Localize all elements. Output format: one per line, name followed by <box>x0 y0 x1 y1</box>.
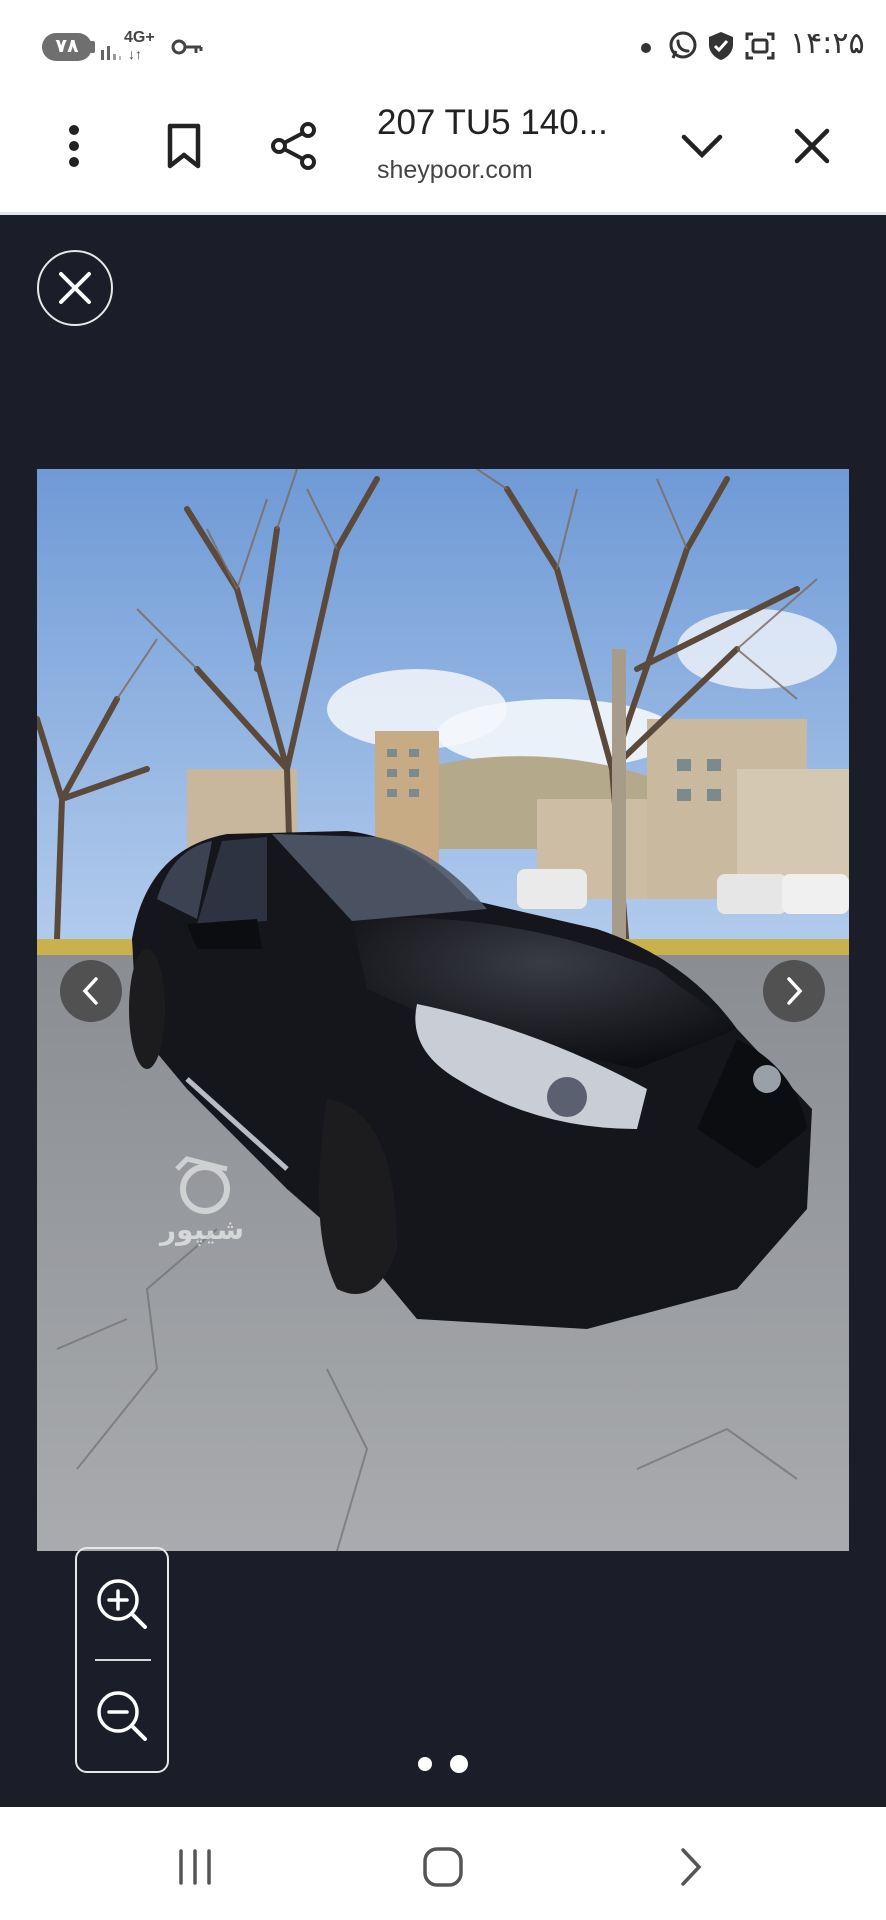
clock: ۱۴:۲۵ <box>790 26 865 61</box>
shield-check-icon <box>709 32 733 60</box>
system-nav-bar <box>0 1807 886 1920</box>
page-title: 207 TU5 140... <box>377 103 608 142</box>
page-url: sheypoor.com <box>377 156 533 184</box>
close-icon <box>59 272 91 304</box>
back-button[interactable] <box>660 1837 720 1897</box>
notification-dot-icon <box>641 43 651 53</box>
share-icon <box>271 122 316 170</box>
previous-image-button[interactable] <box>60 960 122 1022</box>
zoom-in-button[interactable] <box>77 1549 167 1659</box>
browser-toolbar: 207 TU5 140... sheypoor.com <box>0 92 886 214</box>
back-icon <box>681 1848 702 1886</box>
car-image: شیپور <box>37 469 849 1551</box>
battery-indicator: ۷۸ <box>42 33 92 61</box>
battery-tip <box>91 41 95 53</box>
zoom-in-icon <box>97 1579 147 1629</box>
home-button[interactable] <box>413 1837 473 1897</box>
whatsapp-icon <box>669 31 697 59</box>
chevron-down-icon <box>681 134 723 159</box>
chevron-right-icon <box>787 977 803 1005</box>
pagination-dot-1[interactable] <box>418 1757 432 1771</box>
more-vertical-icon <box>69 125 79 167</box>
screenshot-icon <box>745 32 775 60</box>
recents-icon <box>179 1849 211 1885</box>
bookmark-icon <box>167 123 201 169</box>
pagination-dots <box>414 1755 474 1775</box>
car-photo[interactable]: شیپور <box>37 469 849 1551</box>
image-viewer: شیپور <box>0 215 886 1807</box>
close-tab-button[interactable] <box>780 114 844 178</box>
network-arrows: ↓↑ <box>128 46 142 62</box>
zoom-out-icon <box>97 1691 147 1741</box>
home-icon <box>423 1847 463 1887</box>
watermark-text: شیپور <box>158 1213 244 1246</box>
share-button[interactable] <box>262 114 326 178</box>
close-viewer-button[interactable] <box>37 250 113 326</box>
network-type: 4G+ <box>124 29 155 46</box>
menu-button[interactable] <box>42 114 106 178</box>
pagination-dot-2[interactable] <box>450 1755 468 1773</box>
bookmark-button[interactable] <box>152 114 216 178</box>
expand-button[interactable] <box>670 114 734 178</box>
chevron-left-icon <box>82 977 98 1005</box>
zoom-controls <box>75 1547 169 1773</box>
status-bar: ۷۸ 4G+ ↓↑ ۱۴:۲۵ <box>0 0 886 92</box>
next-image-button[interactable] <box>763 960 825 1022</box>
vpn-key-icon <box>171 39 203 55</box>
recents-button[interactable] <box>165 1837 225 1897</box>
zoom-out-button[interactable] <box>77 1661 167 1771</box>
signal-icon <box>101 46 121 60</box>
close-icon <box>794 128 830 164</box>
